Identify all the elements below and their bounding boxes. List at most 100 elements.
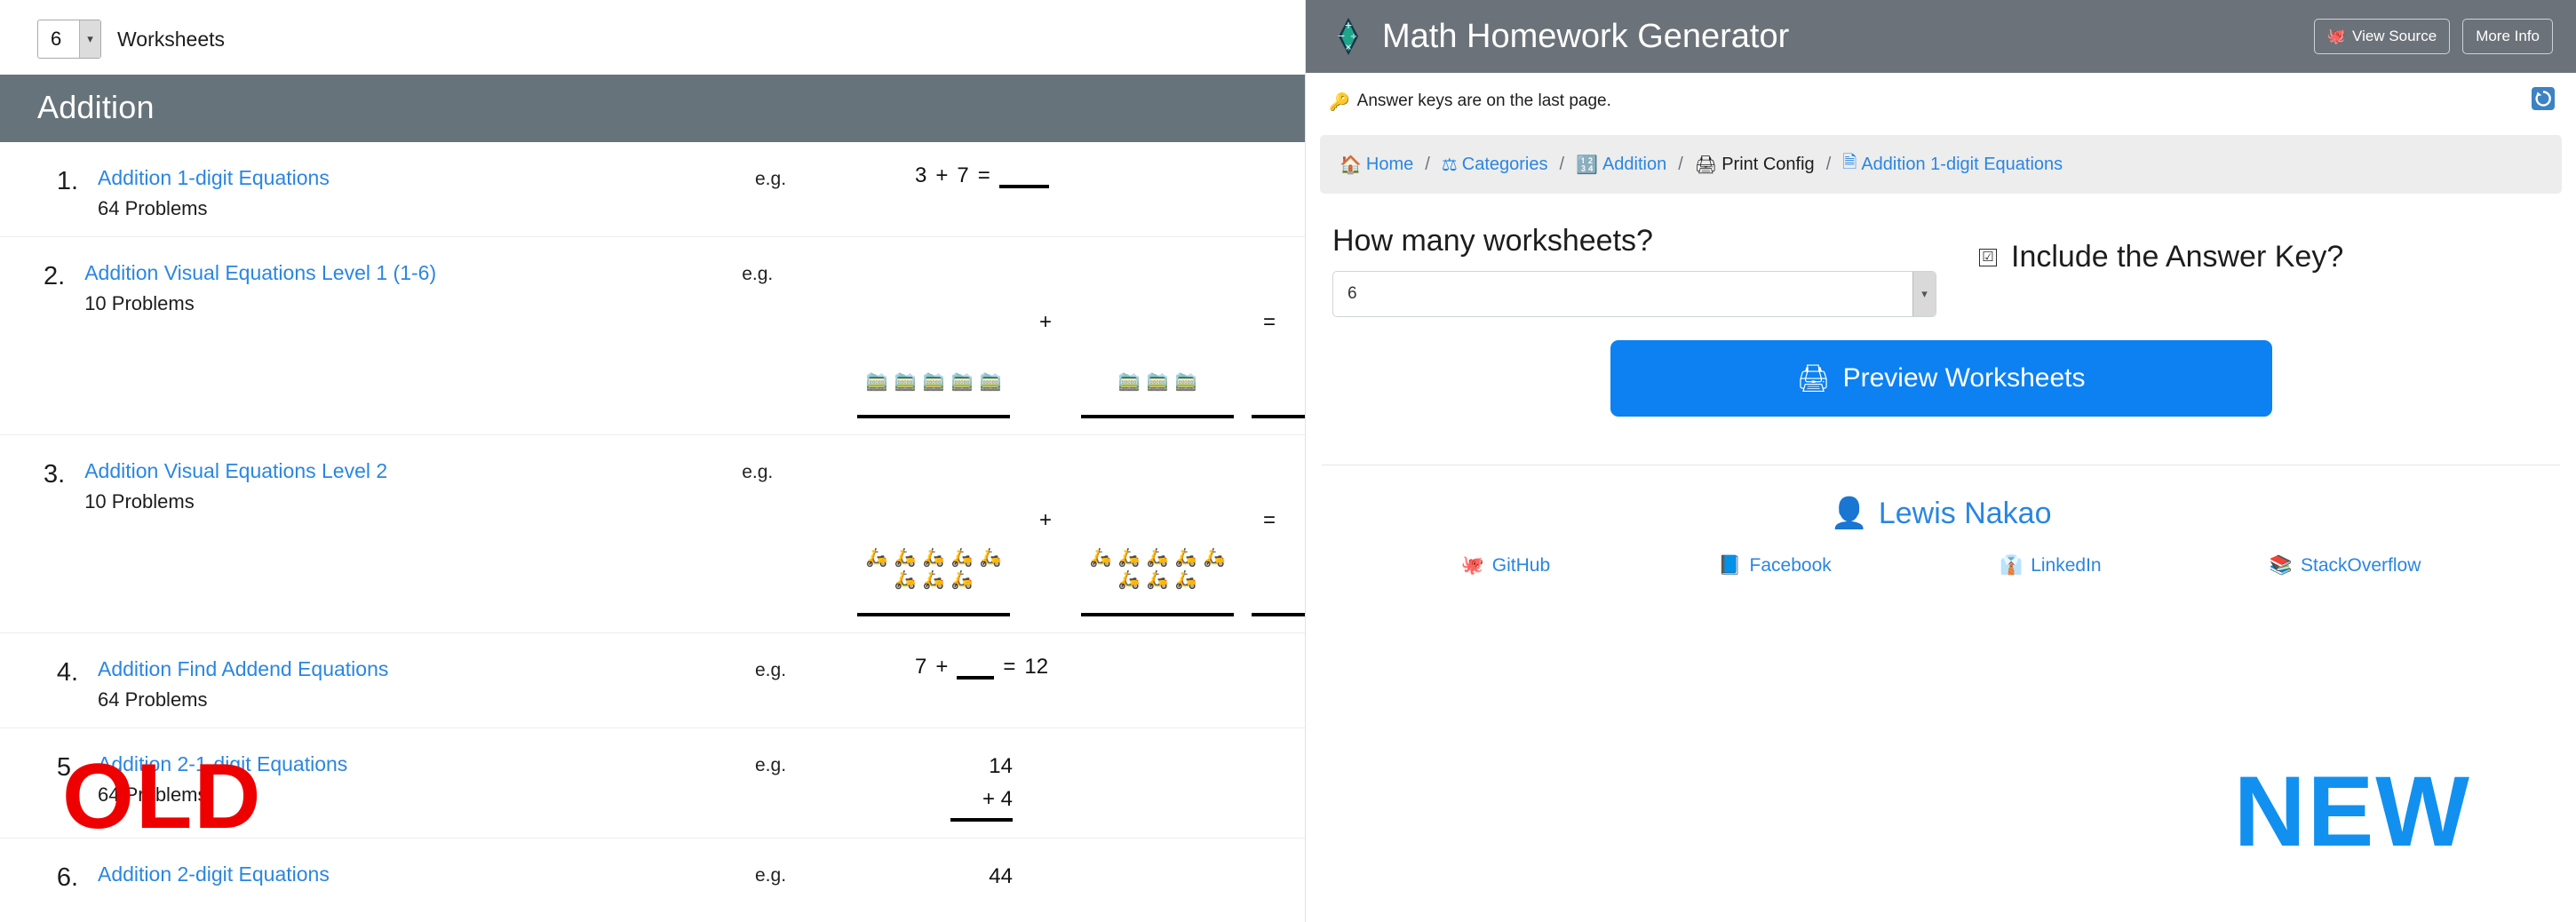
chevron-down-icon[interactable]: ▾ [79,20,100,58]
worksheet-link[interactable]: Addition Find Addend Equations [98,656,755,683]
list-item[interactable]: 3. Addition Visual Equations Level 2 10 … [0,435,1305,633]
visual-equation: 🚞 🚞 🚞 🚞 🚞 + 🚞 🚞 🚞 = [831,258,1305,392]
worksheet-count-select[interactable]: 6 ▾ [1332,271,1936,317]
breadcrumb-item-print-config: 🖨 Print Config [1695,154,1815,175]
example-cell: 14 + 4 [862,748,1305,823]
page-icon: 🗎 [1842,151,1857,172]
example-equation: 3 + 7 = [862,163,1305,188]
list-item[interactable]: 6. Addition 2-digit Equations e.g. 44 [0,839,1305,910]
emoji-item: 🛵 [950,545,974,568]
answer-key-checkbox-row[interactable]: ☑ Include the Answer Key? [1979,240,2343,274]
emoji-item: 🛵 [1089,545,1112,568]
equals-sign: = [977,163,990,187]
notice-text: Answer keys are on the last page. [1356,91,1611,110]
breadcrumb-label: Home [1365,154,1414,174]
emoji-item: 🚞 [894,370,917,392]
answer-rules [831,414,1305,418]
emoji-item: 🛵 [1117,568,1141,590]
operator: + [1038,309,1052,334]
emoji-item: 🚞 [1146,370,1169,392]
emoji-item: 🚞 [1174,370,1197,392]
emoji-item: 🛵 [894,568,917,590]
worksheet-count-select[interactable]: 6 ▾ [37,20,101,59]
operand-right: 7 [957,163,969,187]
operator: + [1038,507,1052,532]
worksheet-count-value: 6 [51,28,62,50]
new-version-panel: + − ÷ × Math Homework Generator 🐙 View S… [1306,0,2576,922]
example-equation-stacked: 14 + 4 [862,750,1305,823]
problem-count: 10 Problems [84,291,195,314]
emoji-item: 🛵 [865,545,888,568]
answer-key-checkbox[interactable]: ☑ [1979,248,1997,266]
problem-count: 10 Problems [84,489,195,513]
view-source-button[interactable]: 🐙 View Source [2313,19,2451,54]
answer-key-notice: 🔑 Answer keys are on the last page. [1306,73,2576,130]
row-number: 1. [56,167,78,195]
eg-label: e.g. [742,461,774,482]
eg-label: e.g. [755,754,787,775]
addend-top: 14 [989,753,1013,778]
person-bust-icon: 👤 [1830,496,1868,531]
breadcrumb-label: Print Config [1721,154,1815,174]
social-link-facebook[interactable]: 📘 Facebook [1718,554,1831,576]
example-cell: 44 [862,858,1305,893]
list-item[interactable]: 4. Addition Find Addend Equations 64 Pro… [0,633,1305,728]
worksheet-link[interactable]: Addition 2-1-digit Equations [98,751,755,778]
answer-blank-left [857,612,1010,616]
octopus-icon: 🐙 [2326,28,2347,45]
answer-blank [957,662,995,680]
social-link-linkedin[interactable]: 👔 LinkedIn [2000,554,2102,576]
answer-blank-left [857,414,1010,418]
row-number: 4. [56,657,78,687]
author-link[interactable]: 👤 Lewis Nakao [1831,496,2052,531]
book-icon: 📘 [1718,554,1742,576]
social-label: LinkedIn [2031,554,2102,576]
comparison-screenshot: 6 ▾ Worksheets Addition 1. Addition 1-di… [0,0,2576,922]
operand-left: 3 [915,163,927,187]
breadcrumb-label: Categories [1461,154,1548,174]
worksheet-link[interactable]: Addition Visual Equations Level 2 [84,458,742,485]
problem-count: 64 Problems [98,783,208,806]
input-numbers-icon: 🔢 [1576,154,1598,175]
worksheet-count-question: How many worksheets? [1332,224,1653,258]
worksheet-link[interactable]: Addition Visual Equations Level 1 (1-6) [84,260,742,287]
emoji-item: 🛵 [922,568,945,590]
answer-blank [998,171,1049,188]
worksheet-link[interactable]: Addition 2-digit Equations [98,862,755,888]
row-number: 3. [44,459,66,489]
preview-worksheets-label: Preview Worksheets [1842,363,2086,393]
key-icon: 🔑 [1329,91,1350,112]
refresh-icon[interactable] [2532,87,2555,115]
octopus-icon: 🐙 [1460,554,1484,576]
operand-left: 7 [915,654,927,679]
worksheet-link[interactable]: Addition 1-digit Equations [98,165,755,192]
operator: + [935,654,949,679]
list-item[interactable]: 1. Addition 1-digit Equations 64 Problem… [0,142,1305,237]
addend-top: 44 [989,864,1013,889]
list-item[interactable]: 5. Addition 2-1-digit Equations 64 Probl… [0,728,1305,839]
breadcrumb-item-categories[interactable]: ⚖ Categories [1442,154,1548,175]
social-link-github[interactable]: 🐙 GitHub [1461,554,1551,576]
house-icon: 🏠 [1340,154,1362,175]
breadcrumb-item-current-worksheet[interactable]: 🗎 Addition 1-digit Equations [1842,149,2063,179]
breadcrumb-item-addition[interactable]: 🔢 Addition [1576,154,1666,175]
emoji-group-left: 🚞 🚞 🚞 🚞 🚞 [857,258,1010,392]
printer-icon: 🖨 [1694,154,1718,175]
list-item[interactable]: 2. Addition Visual Equations Level 1 (1-… [0,237,1305,435]
chevron-down-icon[interactable]: ▾ [1912,272,1936,316]
breadcrumb-item-home[interactable]: 🏠 Home [1340,154,1413,175]
breadcrumb-separator: / [1678,154,1683,174]
breadcrumb-label: Addition [1602,154,1667,174]
view-source-label: View Source [2352,28,2437,44]
answer-blank-result [1252,414,1305,418]
worksheet-count-bar: 6 ▾ Worksheets [0,0,1305,71]
breadcrumb-label: Addition 1-digit Equations [1861,154,2063,174]
equals-sign: = [1003,654,1016,679]
social-link-stackoverflow[interactable]: 📚 StackOverflow [2270,554,2421,576]
answer-key-label: Include the Answer Key? [2011,240,2344,274]
example-cell: 🚞 🚞 🚞 🚞 🚞 + 🚞 🚞 🚞 = [831,257,1305,418]
more-info-button[interactable]: More Info [2462,19,2553,54]
preview-worksheets-button[interactable]: 🖨 Preview Worksheets [1610,340,2272,417]
example-equation-stacked: 44 [862,860,1305,893]
emoji-item: 🛵 [922,545,945,568]
